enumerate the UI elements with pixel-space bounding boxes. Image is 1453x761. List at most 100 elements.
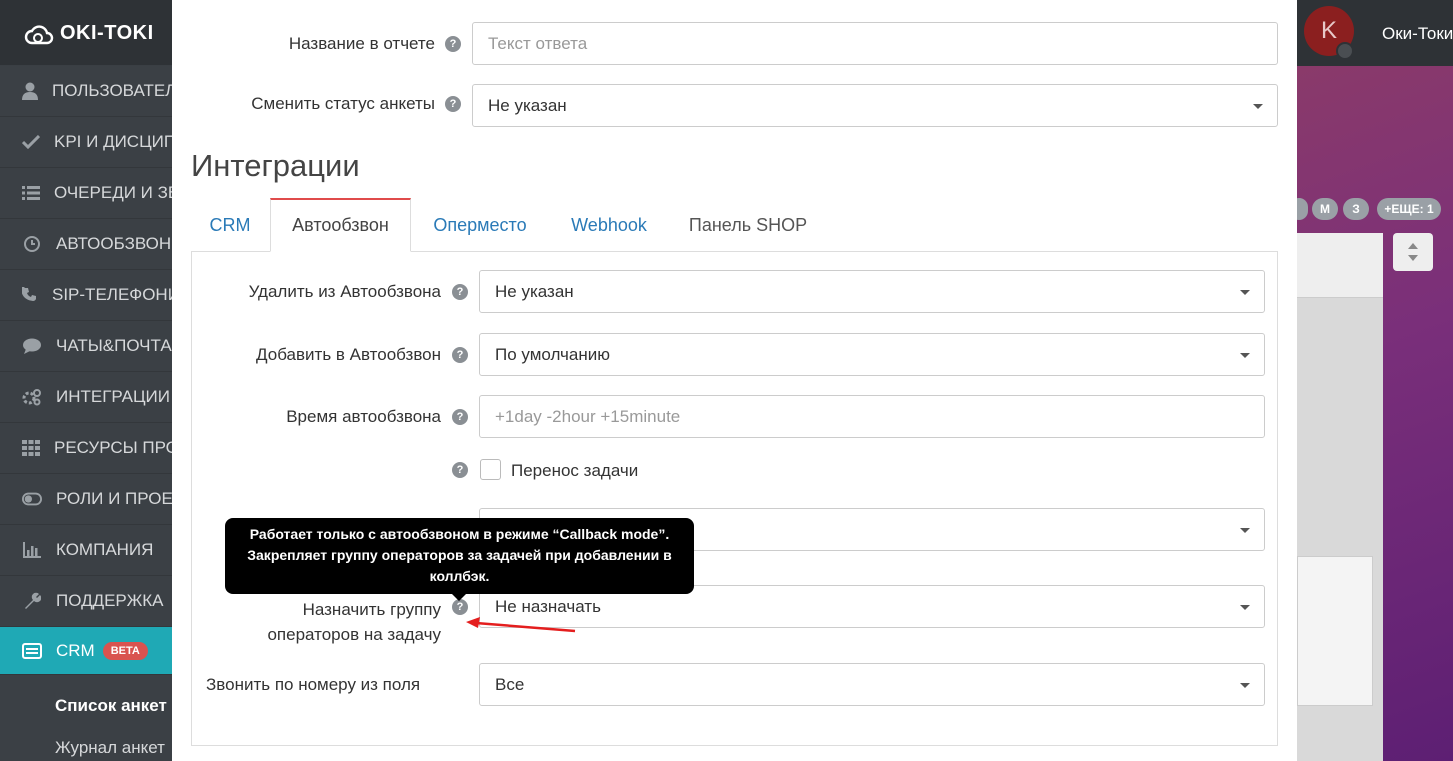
app-logo[interactable]: OKI-TOKI [24, 22, 154, 45]
assign-group-label: Назначить группу операторов на задачу [267, 597, 441, 647]
sidebar-item-company[interactable]: КОМПАНИЯ [0, 525, 172, 576]
help-icon[interactable]: ? [452, 409, 468, 425]
chevron-down-icon [1240, 290, 1250, 295]
sidebar-item-label: ПОЛЬЗОВАТЕЛИ [52, 81, 172, 100]
sidebar-item-label: ЧАТЫ&ПОЧТА [56, 336, 172, 355]
sidebar-item-kpi[interactable]: KPI И ДИСЦИПЛИНА [0, 117, 172, 168]
clock-icon [22, 236, 42, 252]
sidebar-item-roles[interactable]: РОЛИ И ПРОЕКТЫ [0, 474, 172, 525]
chevron-down-icon [1253, 104, 1263, 109]
sidebar-subitem-form-list[interactable]: Список анкет [0, 686, 172, 726]
help-icon[interactable]: ? [445, 36, 461, 52]
call-field-value: Все [495, 674, 525, 694]
autocall-time-placeholder: +1day -2hour +15minute [495, 406, 681, 426]
sidebar-item-crm[interactable]: CRM BETA [0, 627, 172, 675]
tab-operator-place[interactable]: Оперместо [419, 198, 541, 252]
status-dot [1336, 42, 1354, 60]
tooltip-line3: коллбэк. [429, 568, 490, 584]
sidebar-item-label: РЕСУРСЫ ПРОЕКТА [54, 438, 172, 457]
status-label: Сменить статус анкеты [251, 94, 435, 113]
report-name-label: Название в отчете [288, 34, 435, 53]
background-panel-header [1297, 233, 1383, 298]
sidebar-item-support[interactable]: ПОДДЕРЖКА [0, 576, 172, 627]
sidebar-item-chats[interactable]: ЧАТЫ&ПОЧТА [0, 321, 172, 372]
filter-pill-more[interactable]: +ЕЩЕ: 1 [1377, 198, 1441, 220]
beta-badge: BETA [102, 641, 148, 660]
avatar-initial: K [1320, 17, 1337, 44]
sidebar-item-label: ПОДДЕРЖКА [56, 591, 164, 610]
logo-text: OKI-TOKI [60, 22, 154, 44]
autocall-time-input[interactable]: +1day -2hour +15minute [479, 395, 1265, 438]
status-value: Не указан [488, 95, 567, 115]
list-icon [22, 186, 40, 200]
tab-crm[interactable]: CRM [191, 198, 269, 252]
help-tooltip: Работает только с автообзвоном в режиме … [225, 518, 694, 594]
tab-shop-panel[interactable]: Панель SHOP [673, 198, 823, 252]
call-field-select[interactable]: Все [479, 663, 1265, 706]
help-icon[interactable]: ? [452, 462, 468, 478]
user-name[interactable]: Оки-Токи [1382, 24, 1453, 44]
sidebar-item-label: РОЛИ И ПРОЕКТЫ [56, 489, 172, 508]
sidebar-subitem-form-log[interactable]: Журнал анкет [0, 728, 172, 761]
sidebar-item-label: КОМПАНИЯ [56, 540, 154, 559]
sidebar-item-autocall[interactable]: АВТООБЗВОН [0, 219, 172, 270]
help-icon[interactable]: ? [452, 347, 468, 363]
add-autocall-select[interactable]: По умолчанию [479, 333, 1265, 376]
check-icon [22, 135, 40, 149]
assign-group-label-line2: операторов на задачу [267, 625, 441, 644]
sidebar-item-label: ИНТЕГРАЦИИ [56, 387, 170, 406]
filter-pill-m[interactable]: M [1312, 198, 1338, 220]
chevron-down-icon [1240, 528, 1250, 533]
chat-icon [22, 338, 42, 354]
transfer-task-checkbox[interactable] [480, 459, 501, 480]
gears-icon [22, 388, 42, 406]
phone-icon [22, 287, 38, 303]
tooltip-line1: Работает только с автообзвоном в режиме … [249, 526, 670, 542]
crm-icon [22, 642, 42, 659]
sidebar-item-sip[interactable]: SIP-ТЕЛЕФОНИЯ [0, 270, 172, 321]
annotation-arrow-icon [466, 617, 576, 633]
grid-icon [22, 440, 40, 456]
section-title: Интеграции [191, 148, 360, 183]
background-card [1297, 556, 1373, 706]
sort-button[interactable] [1393, 233, 1433, 271]
tooltip-line2: Закрепляет группу операторов за задачей … [247, 547, 672, 563]
report-name-input[interactable]: Текст ответа [472, 22, 1278, 65]
sidebar-header: OKI-TOKI [0, 0, 172, 66]
user-icon [22, 82, 38, 100]
sort-icon [1408, 243, 1418, 261]
sidebar-item-label: ОЧЕРЕДИ И ЗВОНКИ [54, 183, 172, 202]
integration-tabs: CRM Автообзвон Оперместо Webhook Панель … [191, 198, 1278, 252]
help-icon[interactable]: ? [452, 284, 468, 300]
sidebar-item-label: SIP-ТЕЛЕФОНИЯ [52, 285, 172, 304]
remove-autocall-label: Удалить из Автообзвона [248, 282, 441, 301]
filter-pill-z[interactable]: З [1343, 198, 1369, 220]
tab-webhook[interactable]: Webhook [553, 198, 665, 252]
chevron-down-icon [1240, 605, 1250, 610]
assign-group-label-line1: Назначить группу [302, 600, 441, 619]
remove-autocall-select[interactable]: Не указан [479, 270, 1265, 313]
sidebar-item-label: АВТООБЗВОН [56, 234, 172, 253]
wrench-icon [22, 592, 42, 610]
form-modal: Название в отчете ? Текст ответа Сменить… [172, 0, 1297, 761]
add-autocall-value: По умолчанию [495, 344, 610, 364]
status-select[interactable]: Не указан [472, 84, 1278, 127]
sidebar: ПОЛЬЗОВАТЕЛИ KPI И ДИСЦИПЛИНА ОЧЕРЕДИ И … [0, 66, 172, 761]
sidebar-item-integrations[interactable]: ИНТЕГРАЦИИ [0, 372, 172, 423]
sidebar-item-queues[interactable]: ОЧЕРЕДИ И ЗВОНКИ [0, 168, 172, 219]
transfer-task-label: Перенос задачи [511, 461, 639, 480]
bar-chart-icon [22, 542, 42, 558]
tab-autocall[interactable]: Автообзвон [270, 198, 411, 252]
call-field-label: Звонить по номеру из поля [206, 675, 421, 694]
sidebar-item-resources[interactable]: РЕСУРСЫ ПРОЕКТА [0, 423, 172, 474]
add-autocall-label: Добавить в Автообзвон [256, 345, 441, 364]
cloud-icon [24, 24, 54, 44]
remove-autocall-value: Не указан [495, 281, 574, 301]
report-name-placeholder: Текст ответа [488, 33, 588, 53]
toggle-icon [22, 492, 42, 506]
sidebar-item-users[interactable]: ПОЛЬЗОВАТЕЛИ [0, 66, 172, 117]
sidebar-item-label: CRM [56, 640, 95, 660]
chevron-down-icon [1240, 353, 1250, 358]
autocall-time-label: Время автообзвона [286, 407, 441, 426]
help-icon[interactable]: ? [445, 96, 461, 112]
